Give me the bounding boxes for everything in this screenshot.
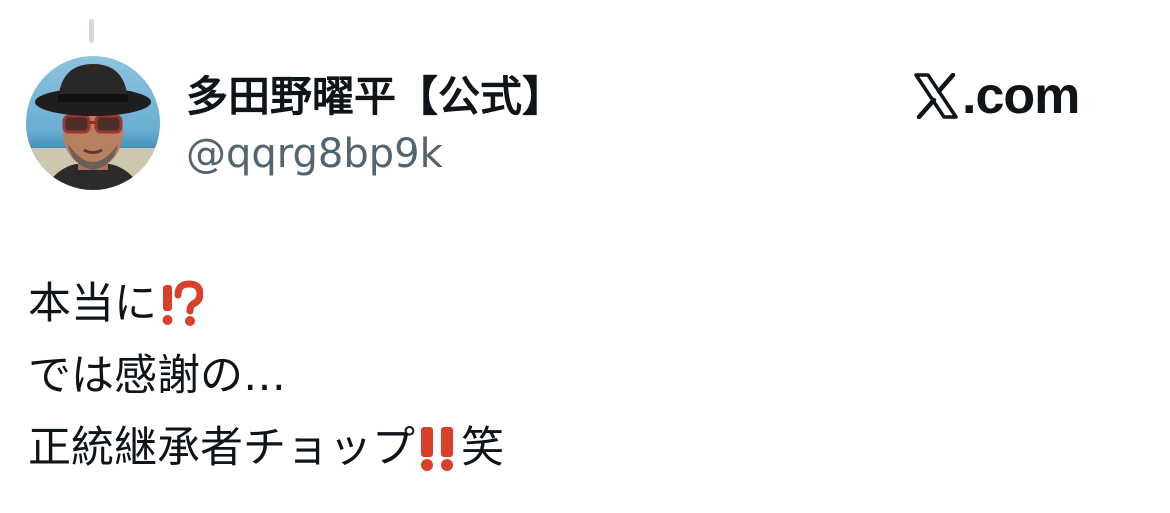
tweet-line-text: 正統継承者チョップ [28,423,415,473]
author-info: 多田野曜平【公式】 @qqrg8bp9k [186,70,564,180]
tweet-line-text: 本当に [28,279,157,329]
tweet-line-text: では感謝の… [28,351,286,401]
x-brand-watermark: .com [914,66,1080,126]
tweet-card: 多田野曜平【公式】 @qqrg8bp9k .com 本当に では感謝の… 正統継… [0,0,1170,513]
tweet-line-3: 正統継承者チョップ 笑 [28,412,504,484]
tweet-line-2: では感謝の… [28,340,504,412]
profile-photo [26,56,160,190]
tweet-line-1: 本当に [28,268,504,340]
author-handle[interactable]: @qqrg8bp9k [186,128,564,180]
tweet-body: 本当に では感謝の… 正統継承者チョップ 笑 [28,268,504,484]
tweet-line-suffix: 笑 [461,423,504,473]
double-exclamation-mark-icon [421,427,453,471]
x-logo-icon [914,73,958,119]
avatar[interactable] [26,56,160,190]
author-display-name[interactable]: 多田野曜平【公式】 [186,70,564,124]
thread-connector-line [89,19,94,43]
brand-domain-text: .com [962,67,1080,125]
exclamation-question-mark-icon [162,280,203,326]
